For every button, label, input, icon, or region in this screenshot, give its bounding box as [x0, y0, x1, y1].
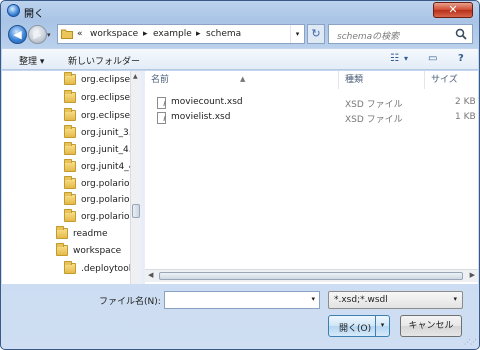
breadcrumb-example[interactable]: example [153, 29, 192, 39]
filename-label: ファイル名(N): [99, 297, 161, 307]
scroll-left-icon[interactable]: ◀ [148, 271, 153, 279]
column-header-type[interactable]: 種類 [339, 71, 425, 89]
navigation-pane: org.eclipse.c org.eclipse.v org.eclipse.… [2, 71, 141, 284]
views-icon[interactable]: ☷ [390, 53, 399, 64]
search-icon[interactable] [455, 28, 467, 40]
folder-icon [64, 261, 76, 274]
tree-item[interactable]: org.eclipse.v [64, 107, 131, 124]
views-dropdown[interactable]: ▾ [404, 54, 408, 63]
sort-ascending-icon: ▲ [240, 75, 246, 83]
tree-scroll-thumb[interactable] [132, 204, 140, 218]
cancel-button[interactable]: キャンセル [400, 315, 462, 337]
new-folder-button[interactable]: 新しいフォルダー [68, 54, 140, 67]
file-type-filter[interactable]: *.xsd;*.wsdl ▾ [328, 291, 463, 309]
tree-item[interactable]: org.polarion [64, 208, 131, 225]
breadcrumb-schema[interactable]: schema [206, 29, 241, 39]
preview-pane-icon[interactable]: ▭ [428, 53, 437, 64]
resize-grip[interactable]: ⋰⋰ [464, 338, 477, 346]
tree-item[interactable]: org.eclipse.v [64, 89, 131, 106]
tree-item[interactable]: org.polarion [64, 191, 131, 208]
organize-button[interactable]: 整理 ▾ [19, 54, 44, 67]
chevron-down-icon[interactable]: ▾ [311, 295, 315, 303]
forward-button[interactable]: ▶ [28, 25, 47, 44]
tree-item[interactable]: org.junit_4.1 [64, 141, 131, 158]
file-list: 名前 ▲ 種類 サイズ moviecount.xsd XSD ファイル 2 KB… [145, 71, 478, 284]
address-dropdown[interactable]: ▾ [290, 25, 304, 43]
tree-item[interactable]: workspace [56, 242, 131, 259]
folder-icon [64, 192, 76, 205]
command-bar: 整理 ▾ 新しいフォルダー ☷ ▾ ▭ ? [2, 48, 478, 70]
folder-icon [64, 108, 76, 121]
file-icon [157, 112, 166, 124]
folder-icon [56, 226, 68, 239]
tree-item[interactable]: readme [56, 225, 131, 242]
title-bar[interactable]: 開く ✕ [1, 1, 479, 21]
column-header-name[interactable]: 名前 ▲ [145, 71, 339, 89]
open-dialog: 開く ✕ ◀ ▶ ▾ « workspace ▸ example ▸ schem… [0, 0, 480, 350]
tree-item[interactable]: .deploytool [64, 260, 131, 277]
chevron-down-icon: ▾ [453, 295, 457, 303]
file-type-filter-value: *.xsd;*.wsdl [334, 295, 388, 305]
column-header-size[interactable]: サイズ [425, 71, 478, 89]
chevron-down-icon: ▾ [39, 57, 45, 67]
file-icon [157, 97, 166, 109]
folder-icon [64, 125, 76, 138]
tree-item[interactable]: org.eclipse.c [64, 71, 131, 88]
scroll-up-icon[interactable]: ▲ [133, 73, 138, 80]
breadcrumb-separator[interactable]: ▸ [196, 29, 201, 39]
back-button[interactable]: ◀ [8, 25, 27, 44]
file-row[interactable]: moviecount.xsd XSD ファイル 2 KB [145, 95, 478, 111]
tree-item[interactable]: org.junit4_4 [64, 158, 131, 175]
recent-locations-dropdown[interactable]: ▾ [47, 31, 55, 39]
tree-scrollbar[interactable]: ▲ [130, 71, 141, 284]
window-title: 開く [24, 9, 44, 20]
folder-icon [61, 29, 73, 39]
folder-icon [64, 159, 76, 172]
file-row[interactable]: movielist.xsd XSD ファイル 1 KB [145, 110, 478, 126]
open-button[interactable]: 開く(O) ▾ [328, 315, 390, 337]
app-icon [7, 4, 20, 17]
folder-icon [64, 209, 76, 222]
filename-input[interactable]: ▾ [164, 291, 320, 309]
search-input[interactable]: schemaの検索 [328, 24, 473, 44]
folder-icon [64, 90, 76, 103]
folder-icon [64, 72, 76, 85]
tree-item[interactable]: org.junit_3.8 [64, 124, 131, 141]
open-button-label: 開く(O) [339, 324, 372, 334]
folder-icon [64, 176, 76, 189]
refresh-button[interactable]: ↻ [307, 24, 325, 44]
scroll-right-icon[interactable]: ▶ [470, 271, 475, 279]
folder-icon [64, 142, 76, 155]
file-list-scroll-thumb[interactable] [159, 272, 463, 280]
breadcrumb-overflow[interactable]: « [77, 29, 83, 39]
file-list-scrollbar[interactable]: ◀ ▶ [145, 269, 478, 282]
tree-item[interactable]: org.polarion [64, 175, 131, 192]
open-options-dropdown[interactable]: ▾ [375, 316, 389, 336]
close-button[interactable]: ✕ [433, 2, 473, 18]
breadcrumb-separator[interactable]: ▸ [143, 29, 148, 39]
breadcrumb-workspace[interactable]: workspace [90, 29, 138, 39]
organize-label: 整理 [19, 57, 38, 67]
folder-icon [56, 243, 68, 256]
address-bar[interactable]: « workspace ▸ example ▸ schema ▾ [57, 24, 305, 44]
search-placeholder: schemaの検索 [337, 32, 400, 42]
help-icon[interactable]: ? [458, 53, 464, 64]
